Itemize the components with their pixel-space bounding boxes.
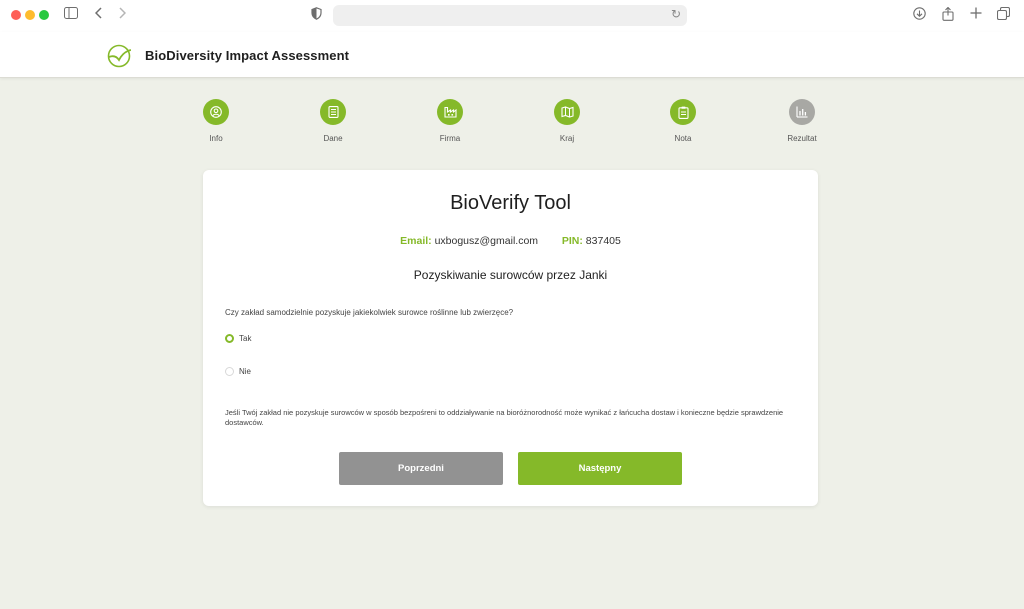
previous-button[interactable]: Poprzedni: [339, 452, 503, 485]
tab-overview-icon[interactable]: [996, 6, 1011, 24]
maximize-window-button[interactable]: [39, 10, 49, 20]
sidebar-toggle-icon[interactable]: [64, 7, 78, 23]
close-window-button[interactable]: [11, 10, 21, 20]
bar-chart-icon: [796, 106, 808, 118]
step-info-label: Info: [209, 134, 223, 143]
info-note: Jeśli Twój zakład nie pozyskuje surowców…: [225, 408, 784, 427]
step-dane[interactable]: Dane: [303, 99, 363, 143]
step-rezultat-circle: [789, 99, 815, 125]
step-nota-circle: [670, 99, 696, 125]
step-firma-label: Firma: [439, 134, 461, 143]
pin-label: PIN:: [561, 235, 583, 247]
step-dane-label: Dane: [323, 134, 343, 143]
step-kraj[interactable]: Kraj: [537, 99, 597, 143]
downloads-icon[interactable]: [913, 7, 926, 24]
pin-value: 837405: [585, 235, 621, 247]
step-firma-circle: [437, 99, 463, 125]
step-dane-circle: [320, 99, 346, 125]
step-nota-label: Nota: [674, 134, 692, 143]
step-kraj-label: Kraj: [559, 134, 575, 143]
step-firma[interactable]: Firma: [420, 99, 480, 143]
share-icon[interactable]: [942, 6, 954, 25]
map-icon: [560, 106, 574, 118]
step-rezultat-label: Rezultat: [787, 134, 817, 143]
radio-tak[interactable]: [225, 334, 234, 343]
user-icon: [210, 106, 222, 118]
option-nie-label: Nie: [239, 367, 252, 376]
new-tab-icon[interactable]: [970, 7, 982, 23]
section-title: Pozyskiwanie surowców przez Janki: [413, 268, 608, 282]
card-title: BioVerify Tool: [450, 192, 571, 214]
back-icon[interactable]: [94, 7, 103, 23]
site-header: BioDiversity Impact Assessment: [0, 32, 1024, 78]
factory-icon: [443, 106, 457, 118]
email-label: Email:: [400, 235, 432, 247]
forward-icon[interactable]: [118, 7, 127, 23]
brand-title[interactable]: BioDiversity Impact Assessment: [145, 48, 349, 63]
reload-icon[interactable]: ↻: [671, 7, 681, 21]
step-info-circle: [203, 99, 229, 125]
question-text: Czy zakład samodzielnie pozyskuje jakiek…: [225, 308, 514, 317]
step-info[interactable]: Info: [186, 99, 246, 143]
option-tak[interactable]: Tak: [225, 334, 251, 343]
minimize-window-button[interactable]: [25, 10, 35, 20]
user-meta: Email: uxbogusz@gmail.com PIN: 837405: [203, 235, 818, 247]
privacy-shield-icon[interactable]: [311, 7, 322, 24]
radio-nie[interactable]: [225, 367, 234, 376]
next-button[interactable]: Następny: [518, 452, 682, 485]
assessment-card: BioVerify Tool Email: uxbogusz@gmail.com…: [203, 170, 818, 506]
step-kraj-circle: [554, 99, 580, 125]
address-bar[interactable]: ↻: [333, 5, 687, 26]
step-nota[interactable]: Nota: [653, 99, 713, 143]
step-rezultat[interactable]: Rezultat: [772, 99, 832, 143]
document-icon: [327, 106, 339, 118]
email-value: uxbogusz@gmail.com: [434, 235, 539, 247]
option-tak-label: Tak: [239, 334, 252, 343]
clipboard-icon: [677, 106, 689, 119]
bird-logo-icon[interactable]: [107, 44, 132, 68]
browser-toolbar: ↻: [0, 0, 1024, 32]
option-nie[interactable]: Nie: [225, 367, 251, 376]
